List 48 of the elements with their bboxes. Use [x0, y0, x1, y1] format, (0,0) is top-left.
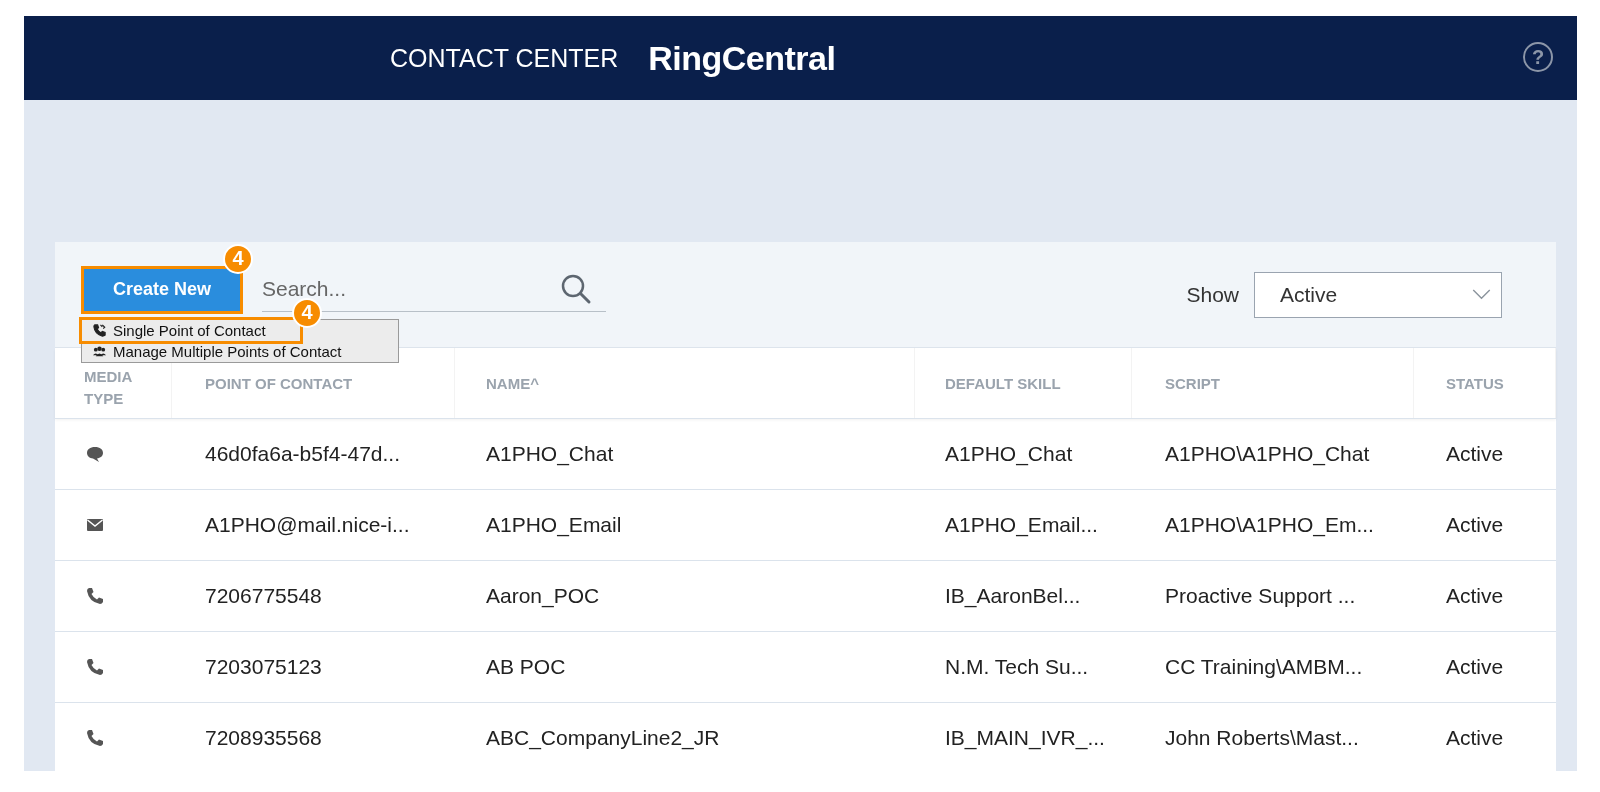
help-button[interactable]: ?	[1523, 42, 1553, 72]
status-cell: Active	[1446, 584, 1504, 607]
step-badge: 4	[292, 297, 322, 328]
default-skill-cell: IB_MAIN_IVR_...	[945, 726, 1105, 749]
default-skill-cell: A1PHO_Email...	[945, 513, 1098, 536]
phone-icon	[85, 657, 105, 677]
search-icon	[560, 273, 592, 305]
phone-icon	[85, 586, 105, 606]
column-header[interactable]: STATUS	[1446, 374, 1504, 392]
logo: RingCentral	[648, 38, 836, 78]
default-skill-cell: N.M. Tech Su...	[945, 655, 1089, 678]
phone-icon	[85, 728, 105, 748]
name-cell: AB POC	[486, 655, 566, 678]
point-of-contact-cell: 46d0fa6a-b5f4-47d...	[205, 442, 400, 465]
column-header[interactable]: DEFAULT SKILL	[945, 374, 1061, 392]
status-select[interactable]: Active	[1254, 271, 1502, 318]
people-icon	[92, 343, 107, 359]
create-new-button[interactable]: Create New	[84, 268, 240, 311]
status-cell: Active	[1446, 655, 1504, 678]
status-cell: Active	[1446, 726, 1504, 749]
column-header[interactable]: SCRIPT	[1165, 374, 1220, 392]
script-cell: CC Training\AMBM...	[1165, 655, 1363, 678]
show-label: Show	[1186, 282, 1239, 307]
chat-icon	[85, 444, 105, 464]
script-cell: A1PHO\A1PHO_Em...	[1165, 513, 1374, 536]
point-of-contact-cell: A1PHO@mail.nice-i...	[205, 513, 410, 536]
caret-icon	[1472, 289, 1491, 300]
phone-icon	[92, 322, 107, 338]
point-of-contact-cell: 7203075123	[205, 655, 322, 678]
script-cell: A1PHO\A1PHO_Chat	[1165, 442, 1370, 465]
column-header[interactable]: NAME^	[486, 374, 539, 392]
point-of-contact-cell: 7206775548	[205, 584, 322, 607]
step-badge: 4	[223, 243, 253, 274]
default-skill-cell: A1PHO_Chat	[945, 442, 1073, 465]
column-header[interactable]: POINT OF CONTACT	[205, 374, 353, 392]
name-cell: ABC_CompanyLine2_JR	[486, 726, 720, 749]
menu-item[interactable]: Manage Multiple Points of Contact	[82, 340, 398, 362]
point-of-contact-cell: 7208935568	[205, 726, 322, 749]
app-title: CONTACT CENTER	[390, 43, 619, 73]
status-cell: Active	[1446, 513, 1504, 536]
script-cell: John Roberts\Mast...	[1165, 726, 1359, 749]
name-cell: A1PHO_Email	[486, 513, 622, 536]
column-header[interactable]: MEDIA TYPE	[84, 365, 171, 411]
status-cell: Active	[1446, 442, 1504, 465]
script-cell: Proactive Support ...	[1165, 584, 1356, 607]
name-cell: A1PHO_Chat	[486, 442, 614, 465]
name-cell: Aaron_POC	[486, 584, 600, 607]
default-skill-cell: IB_AaronBel...	[945, 584, 1081, 607]
